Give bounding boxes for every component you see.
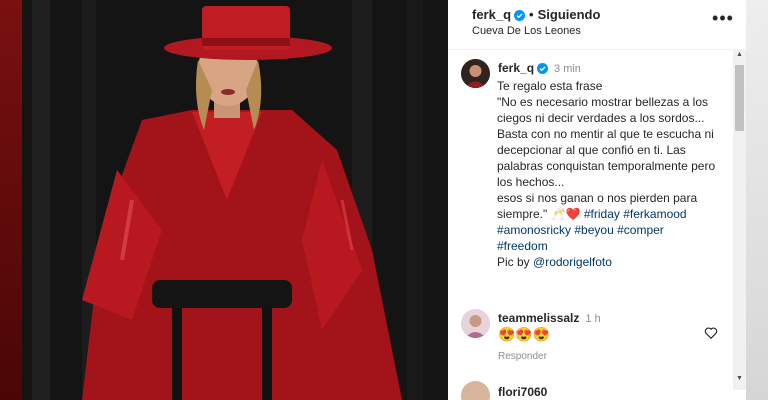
author-avatar[interactable]	[461, 59, 490, 88]
hashtag-ferkamood[interactable]: #ferkamood	[623, 207, 686, 221]
caption-scrollbar[interactable]: ▲ ▼	[733, 49, 746, 390]
photo-credit: Pic by @rodorigelfoto	[497, 254, 729, 270]
verified-badge-icon	[514, 9, 526, 24]
header-user-row: ferk_q • Siguiendo	[472, 7, 600, 24]
caption-emojis: 🥂❤️	[550, 207, 581, 221]
credit-mention-link[interactable]: @rodorigelfoto	[533, 255, 612, 269]
like-comment-heart-icon[interactable]	[704, 326, 718, 340]
scrollbar-thumb[interactable]	[735, 65, 744, 131]
commenter-avatar-2[interactable]	[461, 381, 490, 400]
caption-intro: Te regalo esta frase	[497, 79, 603, 93]
comment-time: 1 h	[585, 313, 601, 325]
hashtag-friday[interactable]: #friday	[584, 207, 620, 221]
separator-dot: •	[529, 7, 534, 22]
backdrop-left	[0, 0, 22, 400]
reply-button[interactable]: Responder	[498, 351, 547, 362]
caption-text: Te regalo esta frase "No es necesario mo…	[497, 78, 729, 270]
caption-quote: "No es necesario mostrar bellezas a los …	[497, 95, 716, 189]
comment-header: teammelissalz 1 h	[498, 311, 601, 325]
hashtag-amonosricky[interactable]: #amonosricky	[497, 223, 571, 237]
caption-header: ferk_q 3 min	[498, 61, 581, 77]
hashtag-comper[interactable]: #comper	[617, 223, 664, 237]
caption-hashtags-row-2: #freedom	[497, 238, 729, 254]
caption-username[interactable]: ferk_q	[498, 61, 534, 75]
following-button[interactable]: Siguiendo	[538, 7, 601, 22]
comment-username-2[interactable]: flori7060	[498, 385, 547, 399]
post-detail-panel: ferk_q • Siguiendo Cueva De Los Leones •••…	[448, 0, 746, 400]
caption-hashtags-row: #amonosricky #beyou #comper	[497, 222, 729, 238]
post-header: ferk_q • Siguiendo Cueva De Los Leones •••	[448, 0, 746, 50]
hashtag-freedom[interactable]: #freedom	[497, 239, 548, 253]
comment-text: 😍😍😍	[498, 326, 551, 342]
photo-illustration	[22, 0, 448, 400]
more-options-icon[interactable]: •••	[710, 8, 736, 32]
comment-username[interactable]: teammelissalz	[498, 311, 579, 325]
verified-badge-icon	[537, 63, 549, 77]
caption-closing-line: esos si nos ganan o nos pierden para sie…	[497, 190, 729, 222]
backdrop-right	[746, 0, 768, 400]
caption-time: 3 min	[554, 63, 581, 75]
author-username[interactable]: ferk_q	[472, 7, 511, 22]
commenter-avatar[interactable]	[461, 309, 490, 338]
scroll-down-arrow-icon[interactable]: ▼	[733, 375, 746, 382]
post-photo[interactable]	[22, 0, 448, 400]
hashtag-beyou[interactable]: #beyou	[574, 223, 613, 237]
scroll-up-arrow-icon[interactable]: ▲	[733, 51, 746, 58]
credit-prefix: Pic by	[497, 255, 530, 269]
post-location[interactable]: Cueva De Los Leones	[472, 25, 581, 37]
